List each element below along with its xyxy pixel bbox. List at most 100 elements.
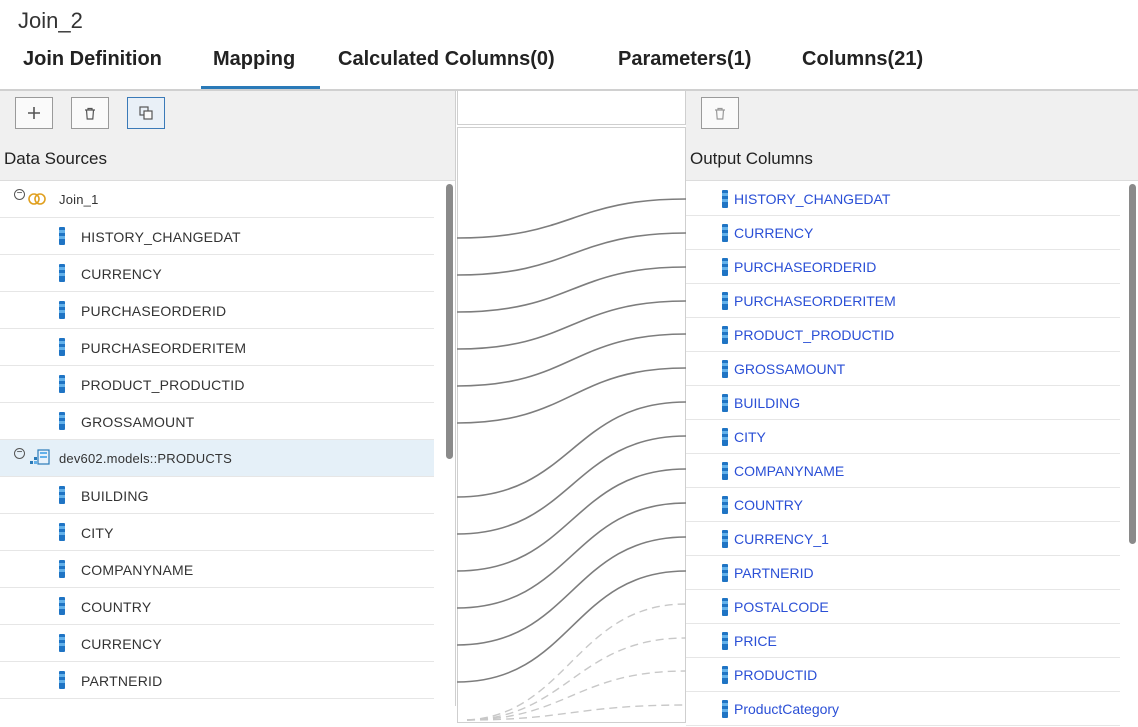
output-item[interactable]: PRODUCTID xyxy=(686,658,1120,692)
output-item-label: COUNTRY xyxy=(734,497,803,513)
delete-button[interactable] xyxy=(71,97,109,129)
output-columns-toolbar xyxy=(686,91,1138,145)
tree-item-label: CURRENCY xyxy=(81,266,162,282)
output-item-label: ProductCategory xyxy=(734,701,840,717)
tree-item-grossamount[interactable]: GROSSAMOUNT xyxy=(0,403,434,440)
output-item-label: HISTORY_CHANGEDAT xyxy=(734,191,891,207)
add-button[interactable] xyxy=(15,97,53,129)
column-icon xyxy=(59,412,65,430)
column-icon xyxy=(722,224,728,242)
output-columns-header: Output Columns xyxy=(686,145,1138,181)
tree-item-companyname[interactable]: COMPANYNAME xyxy=(0,551,434,588)
output-columns-scrollbar[interactable] xyxy=(1129,184,1136,544)
mapping-line[interactable] xyxy=(456,198,687,239)
output-item-label: CITY xyxy=(734,429,766,445)
column-icon xyxy=(722,632,728,650)
trash-icon xyxy=(715,107,725,120)
output-item[interactable]: COMPANYNAME xyxy=(686,454,1120,488)
output-item-label: PURCHASEORDERID xyxy=(734,259,877,275)
delete-output-button[interactable] xyxy=(701,97,739,129)
output-item[interactable]: PRICE xyxy=(686,624,1120,658)
mapping-line[interactable] xyxy=(456,570,687,683)
mapping-line[interactable] xyxy=(456,333,687,387)
output-item-label: PURCHASEORDERITEM xyxy=(734,293,896,309)
tree-item-currency[interactable]: CURRENCY xyxy=(0,255,434,292)
tree-node-join-1[interactable]: − Join_1 xyxy=(0,181,434,218)
output-item[interactable]: ProductCategory xyxy=(686,692,1120,726)
output-item-label: CURRENCY xyxy=(734,225,814,241)
column-icon xyxy=(722,190,728,208)
output-item-label: PRICE xyxy=(734,633,777,649)
tree-item-partnerid[interactable]: PARTNERID xyxy=(0,662,434,699)
column-icon xyxy=(59,523,65,541)
tree-item-purchaseorderitem[interactable]: PURCHASEORDERITEM xyxy=(0,329,434,366)
collapse-toggle-icon[interactable]: − xyxy=(14,189,25,200)
tab-columns[interactable]: Columns(21) xyxy=(802,48,923,71)
output-item-label: PARTNERID xyxy=(734,565,814,581)
data-sources-header: Data Sources xyxy=(0,145,455,181)
output-item-label: PRODUCTID xyxy=(734,667,818,683)
tree-item-label: COMPANYNAME xyxy=(81,562,194,578)
tree-item-product-productid[interactable]: PRODUCT_PRODUCTID xyxy=(0,366,434,403)
tree-item-purchaseorderid[interactable]: PURCHASEORDERID xyxy=(0,292,434,329)
tree-node-products[interactable]: − dev602.models::PRODUCTS xyxy=(0,440,434,477)
trash-icon xyxy=(85,107,95,120)
column-icon xyxy=(59,634,65,652)
copy-button[interactable] xyxy=(127,97,165,129)
tree-item-label: PARTNERID xyxy=(81,673,163,689)
output-item[interactable]: CITY xyxy=(686,420,1120,454)
mapping-line[interactable] xyxy=(456,401,687,498)
tree-item-currency-2[interactable]: CURRENCY xyxy=(0,625,434,662)
column-icon xyxy=(722,598,728,616)
mapping-line[interactable] xyxy=(456,300,687,350)
column-icon xyxy=(59,264,65,282)
column-icon xyxy=(722,326,728,344)
output-item-label: BUILDING xyxy=(734,395,801,411)
tree-item-label: CITY xyxy=(81,525,114,541)
data-sources-tree: − Join_1 HISTORY_CHANGEDAT CURRENCY PURC… xyxy=(0,181,436,706)
output-columns-panel: Output Columns HISTORY_CHANGEDAT CURRENC… xyxy=(686,91,1138,727)
column-icon xyxy=(722,496,728,514)
output-item[interactable]: PARTNERID xyxy=(686,556,1120,590)
tree-item-city[interactable]: CITY xyxy=(0,514,434,551)
tree-item-label: PURCHASEORDERITEM xyxy=(81,340,247,356)
output-item[interactable]: HISTORY_CHANGEDAT xyxy=(686,182,1120,216)
column-icon xyxy=(59,338,65,356)
output-item[interactable]: CURRENCY_1 xyxy=(686,522,1120,556)
output-item[interactable]: COUNTRY xyxy=(686,488,1120,522)
column-icon xyxy=(59,227,65,245)
column-icon xyxy=(59,486,65,504)
mapping-line[interactable] xyxy=(456,536,687,646)
column-icon xyxy=(722,360,728,378)
tree-node-label: Join_1 xyxy=(59,192,99,207)
output-item[interactable]: GROSSAMOUNT xyxy=(686,352,1120,386)
output-item[interactable]: PURCHASEORDERID xyxy=(686,250,1120,284)
column-icon xyxy=(59,671,65,689)
collapse-toggle-icon[interactable]: − xyxy=(14,448,25,459)
tree-item-country[interactable]: COUNTRY xyxy=(0,588,434,625)
mapping-line-offscreen[interactable] xyxy=(466,637,687,721)
mapping-line[interactable] xyxy=(456,367,687,424)
column-icon xyxy=(722,258,728,276)
tree-item-history-changedat[interactable]: HISTORY_CHANGEDAT xyxy=(0,218,434,255)
output-item-label: CURRENCY_1 xyxy=(734,531,829,547)
column-icon xyxy=(722,564,728,582)
tree-item-label: PURCHASEORDERID xyxy=(81,303,227,319)
tab-join-definition[interactable]: Join Definition xyxy=(23,48,162,71)
output-item[interactable]: POSTALCODE xyxy=(686,590,1120,624)
tab-mapping[interactable]: Mapping xyxy=(213,48,295,71)
mapping-lines xyxy=(456,198,687,721)
tree-item-label: CURRENCY xyxy=(81,636,162,652)
output-item[interactable]: BUILDING xyxy=(686,386,1120,420)
output-item-label: POSTALCODE xyxy=(734,599,829,615)
output-item[interactable]: CURRENCY xyxy=(686,216,1120,250)
data-sources-toolbar xyxy=(0,91,455,145)
output-item[interactable]: PRODUCT_PRODUCTID xyxy=(686,318,1120,352)
column-icon xyxy=(59,301,65,319)
column-icon xyxy=(59,375,65,393)
data-sources-scrollbar[interactable] xyxy=(446,184,453,459)
data-sources-panel: Data Sources − Join_1 HISTORY_CHANGEDAT … xyxy=(0,91,456,706)
plus-icon xyxy=(28,107,40,119)
output-item[interactable]: PURCHASEORDERITEM xyxy=(686,284,1120,318)
tree-item-building[interactable]: BUILDING xyxy=(0,477,434,514)
